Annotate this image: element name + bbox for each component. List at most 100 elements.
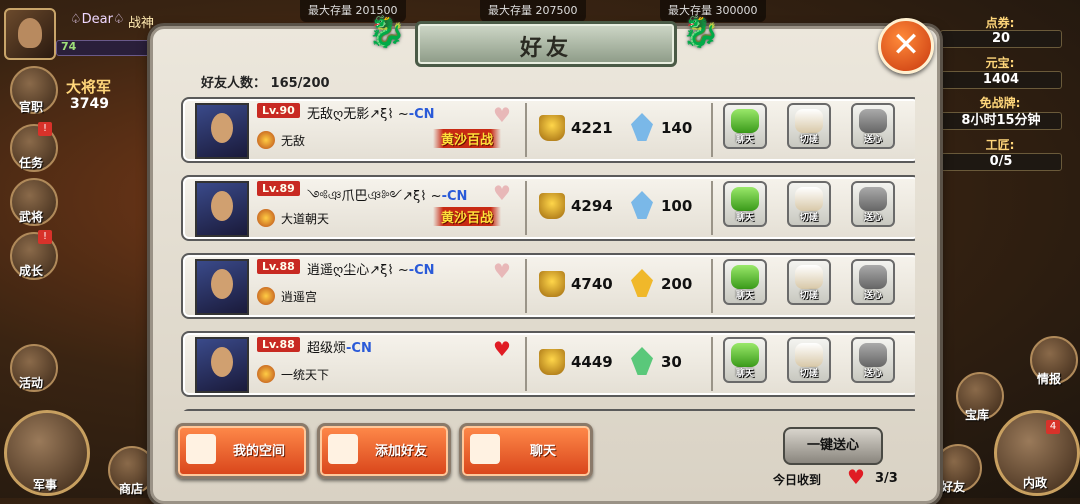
treasury-label: 宝库 — [964, 408, 989, 422]
spar-label: 切磋 — [799, 369, 818, 379]
chat-button[interactable]: 聊天 — [723, 259, 767, 305]
add-user-icon — [328, 434, 358, 464]
friend-name-text: 无敌ღ无影 — [307, 107, 370, 122]
friend-heart-icon: ♥ — [493, 337, 511, 361]
friend-name: 超级烦-CN — [307, 337, 372, 356]
friend-row[interactable]: Lv.89 ༺ঞ爪巴ঞ༻↗ξ⌇ ~-CN ♥ 大道朝天 黄沙百战 4294 100 聊天 切磋 送… — [181, 175, 915, 241]
friends-panel: 🐉 🐉 好友 好友人数： 165/200 Lv.90 无敌ღ无影↗ξ⌇ ~-CN ♥… — [150, 15, 940, 504]
server-tag: -CN — [408, 107, 435, 122]
friend-row[interactable]: Lv.90 无敌ღ无影↗ξ⌇ ~-CN ♥ 无敌 黄沙百战 4221 140 聊天 切磋 送心 — [181, 97, 915, 163]
growth-badge: ! — [38, 230, 52, 244]
cauldron-icon — [539, 349, 565, 375]
guild-emblem-icon — [257, 209, 275, 227]
spar-button[interactable]: 切磋 — [787, 181, 831, 227]
friend-row[interactable]: Lv.88 逍遥ღ尘心↗ξ⌇ ~-CN ♥ 逍遥宫 4740 200 聊天 切磋 送心 — [181, 253, 915, 319]
friend-title-tag: 黄沙百战 — [433, 129, 502, 148]
player-name: ♤Dear♤ — [70, 12, 125, 27]
spar-label: 切磋 — [799, 213, 818, 223]
trident-gem-icon — [631, 269, 653, 297]
side-label-growth: 成长 — [18, 264, 43, 278]
friend-name-suffix: ↗ξ⌇ ~ — [369, 263, 409, 278]
rank-value: 3749 — [70, 96, 109, 112]
spar-button[interactable]: 切磋 — [787, 337, 831, 383]
row-divider — [711, 259, 713, 313]
server-tag: -CN — [408, 263, 435, 278]
gift-heart-button[interactable]: 送心 — [851, 103, 895, 149]
guild-emblem-icon — [257, 365, 275, 383]
friend-portrait[interactable] — [195, 337, 249, 393]
friend-level: Lv.89 — [257, 181, 300, 196]
friend-portrait[interactable] — [195, 103, 249, 159]
friend-name-suffix: ↗ξ⌇ ~ — [402, 189, 442, 204]
friend-title-tag: 黄沙百战 — [433, 207, 502, 226]
chat-label: 聊天 — [735, 291, 754, 301]
gift-heart-label: 送心 — [863, 291, 882, 301]
friend-name: 无敌ღ无影↗ξ⌇ ~-CN — [307, 103, 435, 122]
spar-label: 切磋 — [799, 135, 818, 145]
chat-bubble-icon — [731, 265, 759, 289]
chat-label: 聊天 — [735, 213, 754, 223]
friend-portrait[interactable] — [195, 181, 249, 237]
heart-outline-icon — [859, 265, 887, 289]
chat-button[interactable]: 聊天 — [723, 181, 767, 227]
friend-gem-value: 30 — [661, 353, 682, 371]
row-divider — [525, 103, 527, 157]
player-level-bar: 74 — [56, 40, 154, 56]
guild-emblem-icon — [257, 131, 275, 149]
resource-cap-2: 最大存量 207500 — [480, 0, 586, 22]
military-label: 军事 — [32, 478, 57, 492]
friend-row-partial[interactable] — [181, 409, 915, 411]
friend-level: Lv.88 — [257, 259, 300, 274]
spar-button[interactable]: 切磋 — [787, 103, 831, 149]
row-divider — [525, 181, 527, 235]
spar-button[interactable]: 切磋 — [787, 259, 831, 305]
stat-label-craftsman: 工匠: — [985, 138, 1015, 152]
friend-portrait[interactable] — [195, 259, 249, 315]
close-button[interactable]: ✕ — [878, 18, 934, 74]
player-level: 74 — [61, 40, 77, 53]
stat-label-truce: 免战牌: — [979, 96, 1021, 110]
my-space-button[interactable]: 我的空间 — [175, 423, 309, 479]
chat-label: 聊天 — [735, 135, 754, 145]
dragon-ornament-right-icon: 🐉 — [682, 15, 720, 50]
friend-count-label: 好友人数： — [201, 76, 267, 91]
row-divider — [525, 259, 527, 313]
chat-bubble-icon — [731, 343, 759, 367]
chat-bubble-icon — [731, 109, 759, 133]
rank-label: 大将军 — [66, 78, 112, 96]
friend-gem-value: 200 — [661, 275, 693, 293]
domestic-badge: 4 — [1046, 420, 1060, 434]
friend-heart-icon: ♥ — [493, 259, 511, 283]
gift-heart-button[interactable]: 送心 — [851, 259, 895, 305]
side-label-event: 活动 — [18, 376, 43, 390]
gift-heart-label: 送心 — [863, 135, 882, 145]
gift-heart-button[interactable]: 送心 — [851, 181, 895, 227]
chat-button[interactable]: 聊天 — [723, 103, 767, 149]
friend-count-value: 165/200 — [270, 76, 330, 91]
spar-label: 切磋 — [799, 291, 818, 301]
stat-label-gold: 元宝: — [985, 56, 1015, 70]
dragon-ornament-left-icon: 🐉 — [368, 15, 406, 50]
gift-heart-button[interactable]: 送心 — [851, 337, 895, 383]
cauldron-icon — [539, 193, 565, 219]
friend-list[interactable]: Lv.90 无敌ღ无影↗ξ⌇ ~-CN ♥ 无敌 黄沙百战 4221 140 聊天 切磋 送心 Lv… — [175, 91, 915, 411]
friend-power: 4221 — [571, 119, 613, 137]
friend-guild: 逍遥宫 — [281, 290, 318, 304]
heart-outline-icon — [859, 343, 887, 367]
friend-name-text: 逍遥ღ尘心 — [307, 263, 370, 278]
friend-level: Lv.90 — [257, 103, 300, 118]
stat-label-coupons: 点券: — [985, 16, 1015, 30]
friend-level: Lv.88 — [257, 337, 300, 352]
friend-row[interactable]: Lv.88 超级烦-CN ♥ 一统天下 4449 30 聊天 切磋 送心 — [181, 331, 915, 397]
shop-label: 商店 — [118, 482, 143, 496]
player-avatar[interactable] — [4, 8, 56, 60]
chat-button[interactable]: 聊天 — [723, 337, 767, 383]
gift-heart-label: 送心 — [863, 369, 882, 379]
add-friend-button[interactable]: 添加好友 — [317, 423, 451, 479]
chat-button[interactable]: 聊天 — [459, 423, 593, 479]
gift-all-hearts-button[interactable]: 一键送心 — [783, 427, 883, 465]
left-hud: ♤Dear♤ 战神 74 大将军 3749 官职 ! 任务 武将 ! 成长 活动… — [0, 0, 160, 498]
friend-name-suffix: ↗ξ⌇ ~ — [369, 107, 409, 122]
sword-icon — [795, 265, 823, 289]
domestic-label: 内政 — [1022, 476, 1047, 490]
